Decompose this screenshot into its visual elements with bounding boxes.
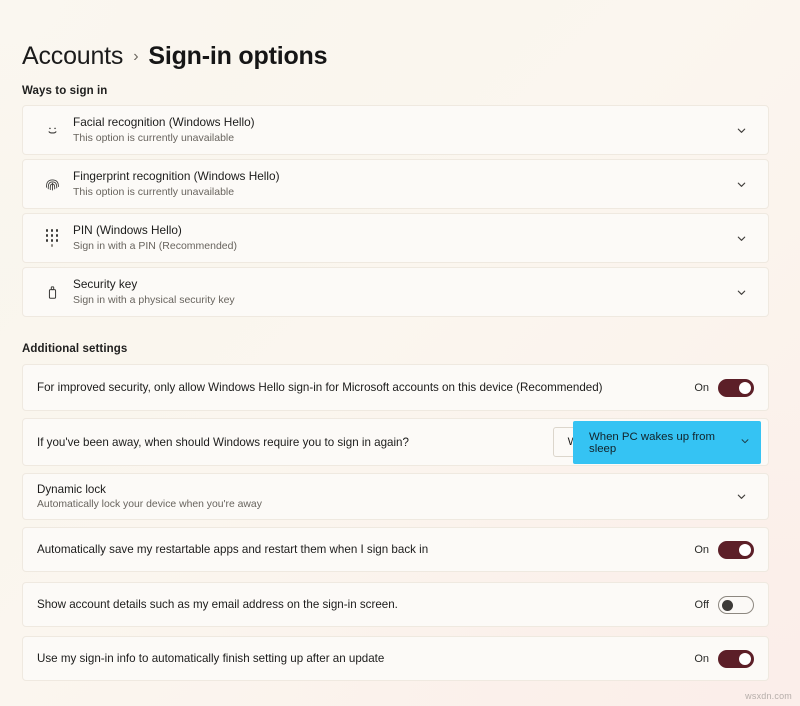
- setting-label: Use my sign-in info to automatically fin…: [37, 651, 694, 666]
- page-title: Sign-in options: [148, 40, 327, 72]
- breadcrumb: Accounts › Sign-in options: [22, 40, 327, 72]
- breadcrumb-separator-icon: ›: [133, 41, 138, 73]
- setting-label: For improved security, only allow Window…: [37, 380, 694, 395]
- toggle-finish-setup[interactable]: [718, 650, 754, 668]
- setting-row-finish-setup-after-update: Use my sign-in info to automatically fin…: [22, 636, 769, 681]
- setting-row-show-account-details: Show account details such as my email ad…: [22, 582, 769, 627]
- method-title: Security key: [73, 277, 728, 292]
- setting-row-restartable-apps: Automatically save my restartable apps a…: [22, 527, 769, 572]
- sign-in-method-security-key[interactable]: Security key Sign in with a physical sec…: [22, 267, 769, 317]
- method-subtitle: This option is currently unavailable: [73, 131, 728, 145]
- sign-in-method-pin[interactable]: PIN (Windows Hello) Sign in with a PIN (…: [22, 213, 769, 263]
- setting-label: If you've been away, when should Windows…: [37, 435, 553, 450]
- method-subtitle: Sign in with a PIN (Recommended): [73, 239, 728, 253]
- highlight-selected-value: When PC wakes up from sleep: [589, 431, 740, 455]
- method-title: PIN (Windows Hello): [73, 223, 728, 238]
- pin-keypad-icon: [37, 229, 67, 246]
- sign-in-method-facial-recognition[interactable]: Facial recognition (Windows Hello) This …: [22, 105, 769, 155]
- method-subtitle: This option is currently unavailable: [73, 185, 728, 199]
- highlight-annotation-require-sign-in-dropdown[interactable]: When PC wakes up from sleep: [573, 421, 761, 464]
- chevron-down-icon[interactable]: [728, 233, 754, 244]
- toggle-state-label: On: [694, 382, 709, 394]
- chevron-down-icon[interactable]: [728, 491, 754, 502]
- section-heading-ways-to-sign-in: Ways to sign in: [22, 85, 107, 97]
- watermark: wsxdn.com: [745, 691, 792, 701]
- section-heading-additional-settings: Additional settings: [22, 343, 127, 355]
- chevron-down-icon: [740, 436, 750, 449]
- toggle-state-label: Off: [695, 599, 709, 611]
- chevron-down-icon[interactable]: [728, 287, 754, 298]
- setting-label: Automatically save my restartable apps a…: [37, 542, 694, 557]
- chevron-down-icon[interactable]: [728, 179, 754, 190]
- method-subtitle: Sign in with a physical security key: [73, 293, 728, 307]
- toggle-state-label: On: [694, 653, 709, 665]
- chevron-down-icon[interactable]: [728, 125, 754, 136]
- fingerprint-icon: [37, 176, 67, 193]
- setting-sublabel: Automatically lock your device when you'…: [37, 498, 728, 512]
- toggle-state-label: On: [694, 544, 709, 556]
- setting-row-dynamic-lock[interactable]: Dynamic lock Automatically lock your dev…: [22, 473, 769, 520]
- method-title: Facial recognition (Windows Hello): [73, 115, 728, 130]
- face-smile-icon: [37, 122, 67, 139]
- toggle-hello-only[interactable]: [718, 379, 754, 397]
- toggle-show-account-details[interactable]: [718, 596, 754, 614]
- setting-label: Dynamic lock: [37, 482, 728, 497]
- security-key-icon: [37, 284, 67, 301]
- method-title: Fingerprint recognition (Windows Hello): [73, 169, 728, 184]
- toggle-restartable-apps[interactable]: [718, 541, 754, 559]
- setting-row-hello-only-microsoft-accounts: For improved security, only allow Window…: [22, 364, 769, 411]
- sign-in-method-fingerprint-recognition[interactable]: Fingerprint recognition (Windows Hello) …: [22, 159, 769, 209]
- breadcrumb-parent-accounts[interactable]: Accounts: [22, 40, 123, 72]
- setting-label: Show account details such as my email ad…: [37, 597, 695, 612]
- settings-page: Accounts › Sign-in options Ways to sign …: [0, 0, 800, 706]
